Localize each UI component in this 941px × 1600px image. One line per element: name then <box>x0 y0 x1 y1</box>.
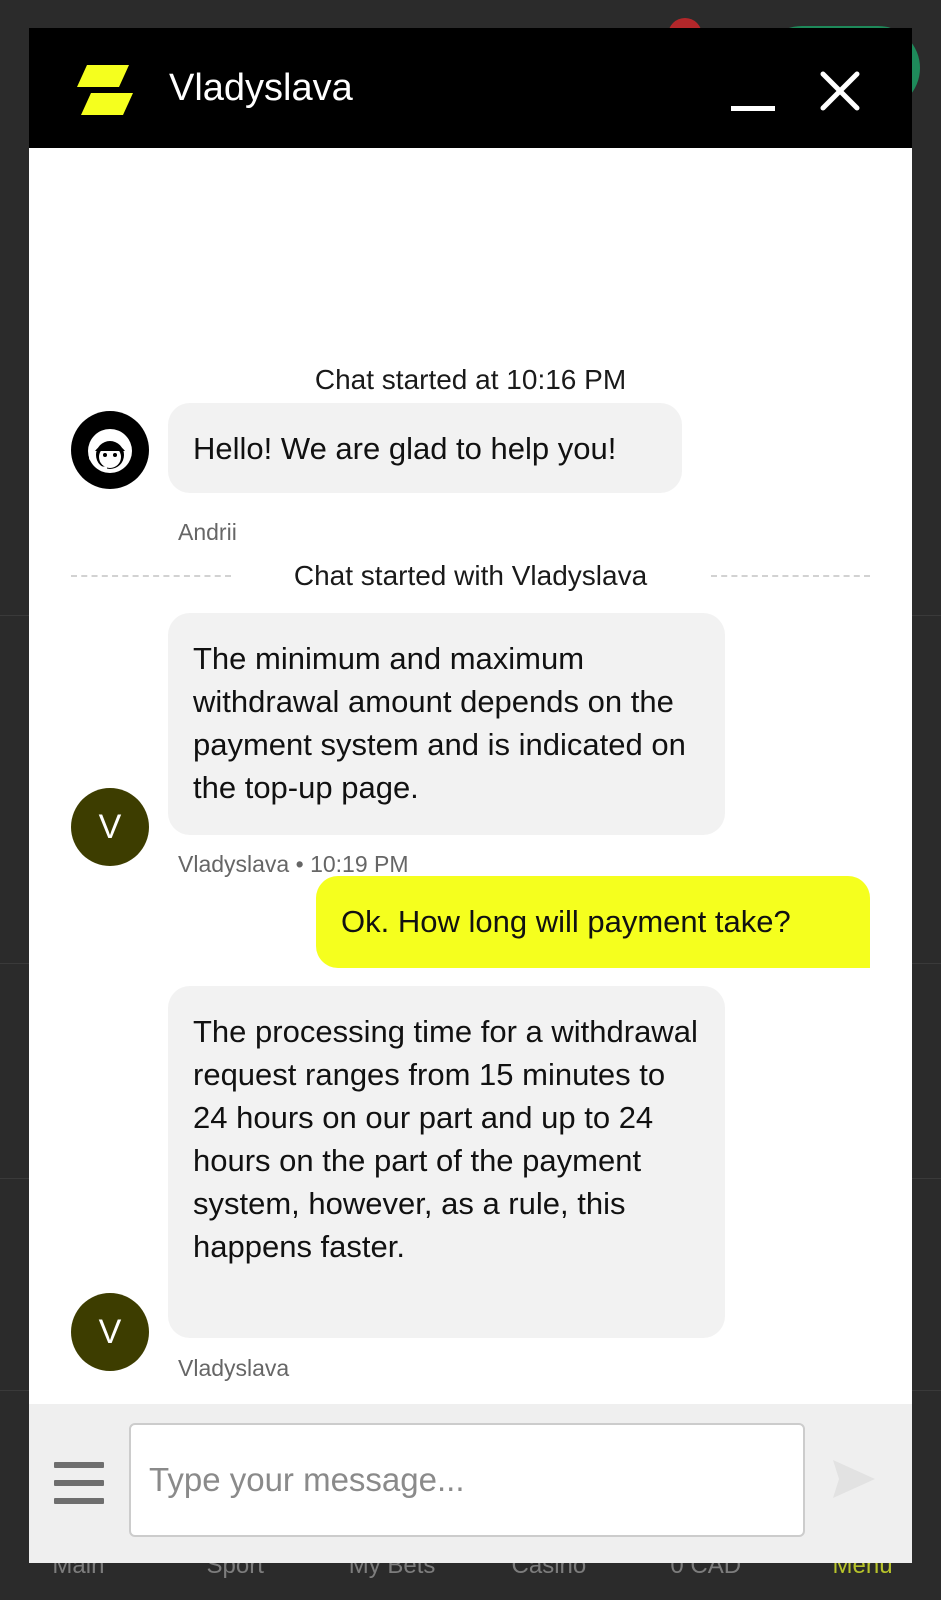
greeting-bubble: Hello! We are glad to help you! <box>168 403 682 493</box>
support-agent-avatar <box>71 411 149 489</box>
close-icon <box>820 71 860 111</box>
message-input[interactable] <box>129 1423 805 1537</box>
hamburger-menu-icon[interactable] <box>54 1462 104 1504</box>
minimize-icon <box>731 106 775 111</box>
close-button[interactable] <box>819 70 861 112</box>
chat-started-notice: Chat started at 10:16 PM <box>314 364 627 395</box>
message-sender: Vladyslava <box>178 851 290 877</box>
minimize-button[interactable] <box>729 68 777 116</box>
message-list[interactable]: Chat started at 10:16 PM Hello! We are g… <box>29 148 912 1433</box>
chat-window: Vladyslava Chat started at 10:16 PM Hell… <box>29 28 912 1563</box>
operator-message-bubble: The processing time for a withdrawal req… <box>168 986 725 1338</box>
operator-message-sender: Vladyslava <box>178 1355 290 1381</box>
user-message-bubble: Ok. How long will payment take? <box>316 876 870 968</box>
bottom-navigation: Main Sport My Bets Casino 0 CAD Menu <box>0 1552 941 1600</box>
send-icon <box>833 1460 875 1498</box>
message-composer <box>29 1404 912 1563</box>
operator-name-title: Vladyslava <box>169 67 353 109</box>
operator-message-bubble: The minimum and maximum withdrawal amoun… <box>168 613 725 835</box>
send-button[interactable] <box>829 1454 879 1504</box>
support-agent-icon <box>88 429 132 473</box>
operator-message-meta: Vladyslava • 10:19 PM <box>178 851 409 878</box>
greeting-sender: Andrii <box>178 519 237 545</box>
meta-separator: • <box>295 851 304 877</box>
brand-logo-icon <box>77 61 135 119</box>
operator-avatar: V <box>71 788 149 866</box>
operator-avatar: V <box>71 1293 149 1371</box>
operator-joined-text: Chat started with Vladyslava <box>273 560 668 591</box>
chat-header: Vladyslava <box>29 28 912 148</box>
message-time: 10:19 PM <box>310 851 409 877</box>
